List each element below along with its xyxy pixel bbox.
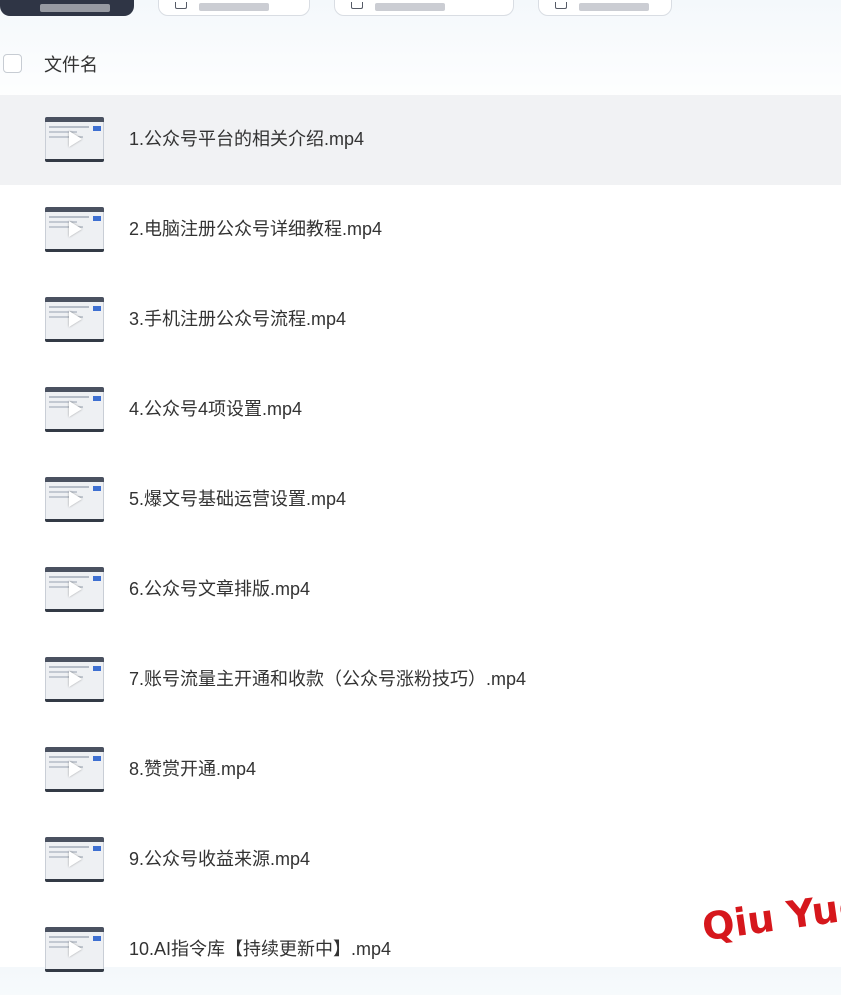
play-icon [69,491,82,507]
video-thumbnail [45,477,104,522]
video-thumbnail [45,747,104,792]
video-thumbnail [45,207,104,252]
video-thumbnail [45,387,104,432]
video-thumbnail [45,927,104,972]
video-thumbnail [45,657,104,702]
new-folder-button[interactable] [158,0,310,16]
file-row[interactable]: 9.公众号收益来源.mp4 [0,815,841,905]
play-icon [69,311,82,327]
offline-download-button-label [375,3,445,11]
video-thumbnail [45,297,104,342]
file-row[interactable]: 2.电脑注册公众号详细教程.mp4 [0,185,841,275]
video-thumbnail [45,837,104,882]
file-name[interactable]: 4.公众号4项设置.mp4 [129,398,302,420]
file-row[interactable]: 1.公众号平台的相关介绍.mp4 [0,95,841,185]
play-icon [69,941,82,957]
folder-icon [175,2,187,9]
file-row[interactable]: 8.赞赏开通.mp4 [0,725,841,815]
share-button-label [579,3,649,11]
file-name[interactable]: 7.账号流量主开通和收款（公众号涨粉技巧）.mp4 [129,668,526,690]
share-icon [555,2,567,9]
toolbar [0,0,841,17]
play-icon [69,851,82,867]
file-name[interactable]: 10.AI指令库【持续更新中】.mp4 [129,938,391,960]
file-name[interactable]: 9.公众号收益来源.mp4 [129,848,310,870]
file-row[interactable]: 7.账号流量主开通和收款（公众号涨粉技巧）.mp4 [0,635,841,725]
select-all-checkbox[interactable] [3,54,22,73]
new-folder-button-label [199,3,269,11]
file-name[interactable]: 1.公众号平台的相关介绍.mp4 [129,128,364,150]
upload-button-label [40,4,110,12]
file-name[interactable]: 5.爆文号基础运营设置.mp4 [129,488,346,510]
play-icon [69,131,82,147]
play-icon [69,581,82,597]
file-row[interactable]: 4.公众号4项设置.mp4 [0,365,841,455]
file-row[interactable]: 6.公众号文章排版.mp4 [0,545,841,635]
file-list: 1.公众号平台的相关介绍.mp4 2.电脑注册公众号详细教程.mp4 3.手机注… [0,95,841,995]
upload-button[interactable] [0,0,134,16]
file-name[interactable]: 3.手机注册公众号流程.mp4 [129,308,346,330]
share-button[interactable] [538,0,672,16]
offline-download-button[interactable] [334,0,514,16]
play-icon [69,761,82,777]
file-list-header: 文件名 [0,42,841,88]
file-row[interactable]: 3.手机注册公众号流程.mp4 [0,275,841,365]
file-row[interactable]: 5.爆文号基础运营设置.mp4 [0,455,841,545]
video-thumbnail [45,117,104,162]
file-name[interactable]: 6.公众号文章排版.mp4 [129,578,310,600]
video-thumbnail [45,567,104,612]
play-icon [69,221,82,237]
play-icon [69,401,82,417]
download-icon [351,2,363,9]
play-icon [69,671,82,687]
file-name[interactable]: 8.赞赏开通.mp4 [129,758,256,780]
column-header-filename[interactable]: 文件名 [44,54,98,76]
file-name[interactable]: 2.电脑注册公众号详细教程.mp4 [129,218,382,240]
